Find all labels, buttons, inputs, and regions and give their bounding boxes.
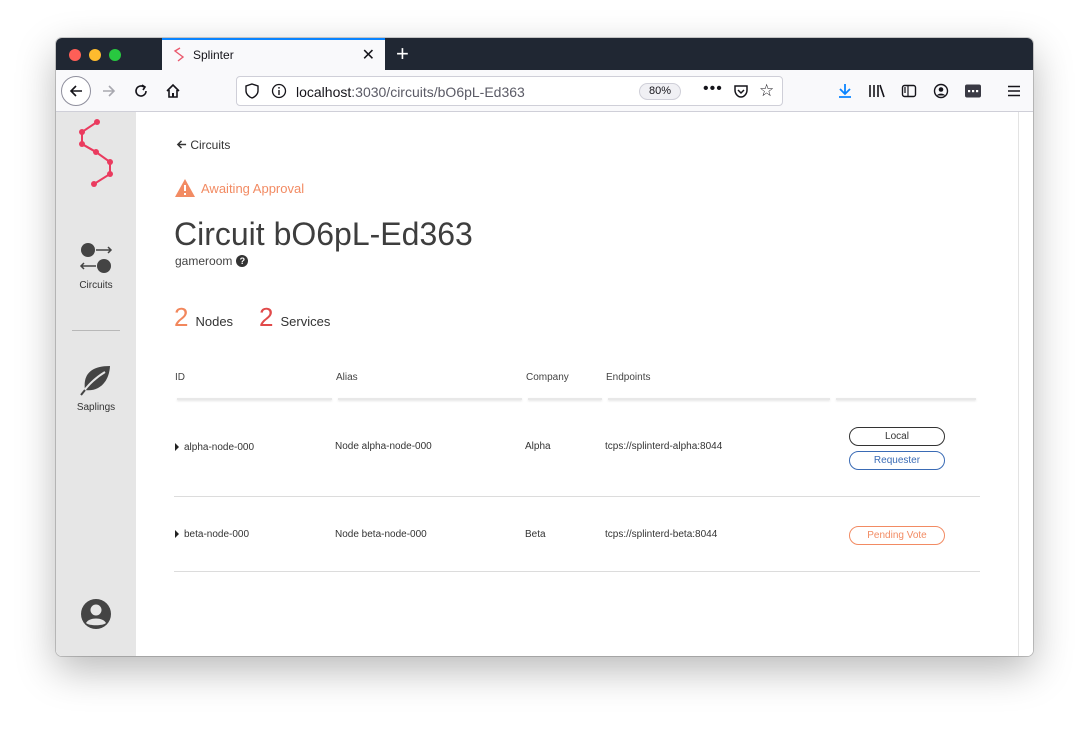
url-host: localhost xyxy=(296,84,352,100)
column-header-company: Company xyxy=(526,372,569,383)
reload-icon xyxy=(135,84,147,97)
node-alias: Node alpha-node-000 xyxy=(335,441,432,452)
help-icon[interactable]: ? xyxy=(236,255,249,267)
warning-icon xyxy=(175,179,195,197)
arrow-left-icon xyxy=(176,140,187,149)
navigation-toolbar: localhost:3030/circuits/bO6pL-Ed363 80% … xyxy=(56,70,1033,112)
column-header-underline xyxy=(338,398,522,400)
shield-icon[interactable] xyxy=(245,83,259,99)
node-company: Alpha xyxy=(525,441,551,452)
row-divider xyxy=(174,571,980,572)
sidebar-icon xyxy=(901,84,917,98)
account-icon[interactable] xyxy=(80,598,112,630)
new-tab-button[interactable]: + xyxy=(396,41,409,67)
page-title: Circuit bO6pL-Ed363 xyxy=(174,216,473,252)
circuits-icon xyxy=(79,243,113,273)
services-label: Services xyxy=(280,314,331,329)
back-button[interactable] xyxy=(61,76,91,106)
nodes-count: 2 xyxy=(174,302,189,332)
main-content: Circuits Awaiting Approval Circuit bO6pL… xyxy=(136,112,1018,656)
circuit-management-type: gameroom ? xyxy=(175,254,249,268)
requester-badge: Requester xyxy=(849,451,945,470)
profile-icon xyxy=(933,83,949,99)
node-endpoint: tcps://splinterd-beta:8044 xyxy=(605,529,718,540)
node-endpoint: tcps://splinterd-alpha:8044 xyxy=(605,441,723,452)
extension-button[interactable] xyxy=(961,79,985,103)
node-id: beta-node-000 xyxy=(184,529,250,540)
sidebar-item-label: Saplings xyxy=(76,402,116,413)
download-icon xyxy=(839,84,851,98)
arrow-right-icon xyxy=(103,85,116,97)
zoom-window-button[interactable] xyxy=(109,49,121,61)
hamburger-menu-icon xyxy=(1008,85,1020,97)
node-alias: Node beta-node-000 xyxy=(335,529,427,540)
column-header-underline xyxy=(177,398,332,400)
column-header-alias: Alias xyxy=(336,372,358,383)
row-divider xyxy=(174,496,980,497)
column-header-underline xyxy=(608,398,830,400)
app-sidebar: Circuits Saplings xyxy=(56,112,136,656)
tab-title: Splinter xyxy=(193,48,234,62)
splinter-favicon-icon xyxy=(173,47,185,62)
sidebar-item-saplings[interactable]: Saplings xyxy=(56,364,136,413)
expand-row-icon[interactable] xyxy=(175,530,179,539)
url-text[interactable]: localhost:3030/circuits/bO6pL-Ed363 xyxy=(296,84,525,100)
library-icon xyxy=(869,84,885,98)
reload-button[interactable] xyxy=(129,79,153,103)
browser-window: Splinter ✕ + localhost:3030/circuits/bO6… xyxy=(56,38,1033,656)
info-icon[interactable] xyxy=(271,83,287,99)
page-actions-menu-icon[interactable]: ••• xyxy=(703,80,723,98)
downloads-button[interactable] xyxy=(833,79,857,103)
column-header-underline xyxy=(836,398,976,400)
sidebar-item-label: Circuits xyxy=(79,280,113,291)
extension-icon xyxy=(965,84,981,98)
minimize-window-button[interactable] xyxy=(89,49,101,61)
library-button[interactable] xyxy=(865,79,889,103)
page-viewport: Circuits Saplings Circuits Awaiting Appr… xyxy=(56,112,1033,656)
column-header-endpoints: Endpoints xyxy=(606,372,651,383)
circuit-stats: 2 Nodes 2 Services xyxy=(174,302,356,333)
nodes-label: Nodes xyxy=(195,314,234,329)
back-link-label: Circuits xyxy=(190,138,231,152)
status-text: Awaiting Approval xyxy=(201,180,305,196)
node-id: alpha-node-000 xyxy=(184,442,255,453)
status-badge: Awaiting Approval xyxy=(174,178,304,198)
splinter-logo-icon[interactable] xyxy=(74,118,118,188)
expand-row-icon[interactable] xyxy=(175,443,179,452)
tab-strip: Splinter ✕ + xyxy=(56,38,1033,70)
sidebar-divider xyxy=(72,330,120,331)
url-path: :3030/circuits/bO6pL-Ed363 xyxy=(351,84,525,100)
sidebar-toggle-button[interactable] xyxy=(897,79,921,103)
zoom-level-badge[interactable]: 80% xyxy=(639,83,681,100)
table-row-node-id[interactable]: beta-node-000 xyxy=(175,529,249,540)
back-to-circuits-link[interactable]: Circuits xyxy=(176,138,230,152)
table-row-node-id[interactable]: alpha-node-000 xyxy=(175,442,254,453)
firefox-account-button[interactable] xyxy=(929,79,953,103)
circuit-type-label: gameroom xyxy=(175,254,233,268)
services-count: 2 xyxy=(259,302,274,332)
column-header-id: ID xyxy=(175,372,185,383)
home-button[interactable] xyxy=(161,79,185,103)
browser-tab[interactable]: Splinter ✕ xyxy=(162,38,385,70)
forward-button[interactable] xyxy=(97,79,121,103)
tab-close-icon[interactable]: ✕ xyxy=(362,45,375,65)
leaf-icon xyxy=(80,366,110,396)
address-bar[interactable]: localhost:3030/circuits/bO6pL-Ed363 80% … xyxy=(236,76,783,106)
page-scrollbar[interactable] xyxy=(1018,112,1033,656)
close-window-button[interactable] xyxy=(69,49,81,61)
app-menu-button[interactable] xyxy=(1002,79,1026,103)
arrow-left-icon xyxy=(69,85,82,97)
pocket-icon[interactable] xyxy=(733,83,749,99)
local-badge: Local xyxy=(849,427,945,446)
bookmark-star-icon[interactable]: ☆ xyxy=(759,81,774,101)
column-header-underline xyxy=(528,398,602,400)
sidebar-item-circuits[interactable]: Circuits xyxy=(56,242,136,291)
pending-vote-badge: Pending Vote xyxy=(849,526,945,545)
home-icon xyxy=(166,83,180,98)
node-company: Beta xyxy=(525,529,546,540)
